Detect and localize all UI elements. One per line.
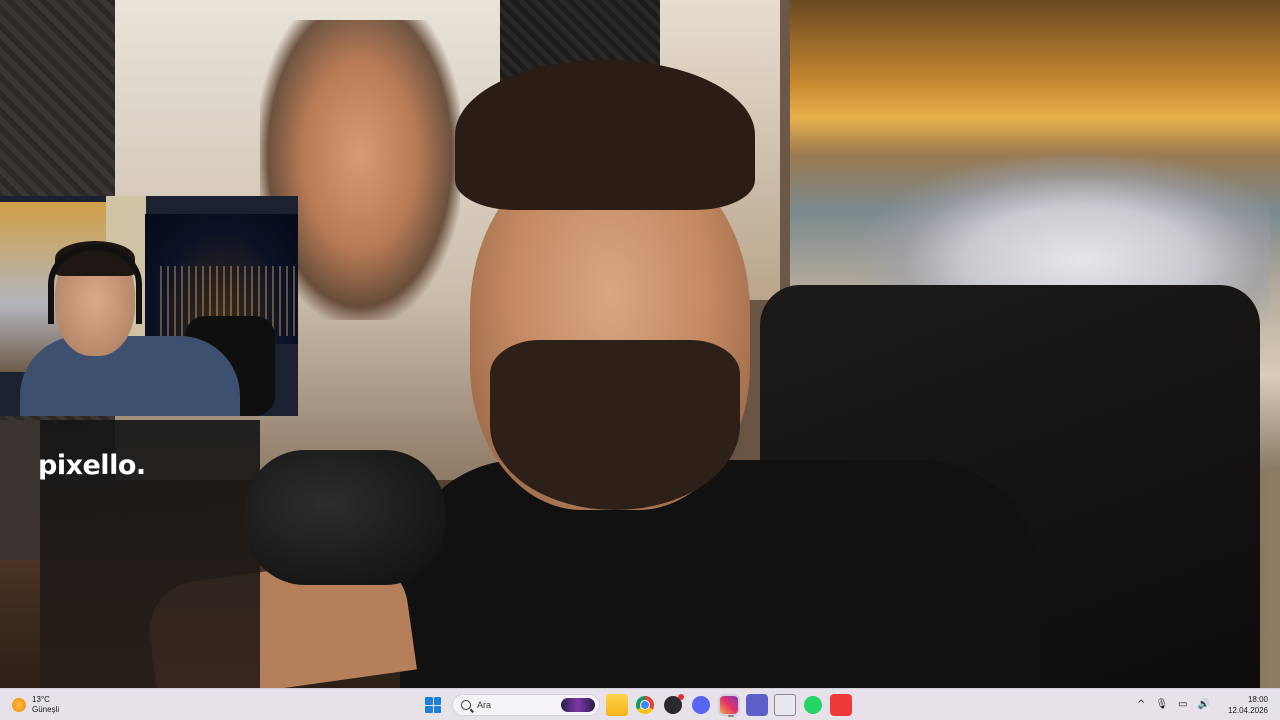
weather-temperature: 13°C xyxy=(32,695,50,704)
system-tray: ^ 🎙 ▭ 🔊 18:00 12.04.2026 xyxy=(1137,691,1268,719)
chevron-up-icon[interactable]: ^ xyxy=(1137,700,1145,710)
chrome-icon[interactable] xyxy=(636,696,654,714)
desktop-wallpaper: pixello. xyxy=(0,0,1280,688)
instagram-icon[interactable] xyxy=(718,694,740,717)
weather-text: 13°C Güneşli xyxy=(32,695,59,715)
clock-date: 12.04.2026 xyxy=(1227,706,1268,715)
taskbar-search[interactable]: Ara xyxy=(452,694,600,716)
pixello-logo: pixello. xyxy=(38,450,146,481)
taskbar: 13°C Güneşli Ara ^ 🎙 ▭ 🔊 18:00 12.04.202… xyxy=(0,688,1280,720)
clock[interactable]: 18:00 12.04.2026 xyxy=(1228,694,1268,716)
microphone xyxy=(245,450,445,585)
teams-icon[interactable] xyxy=(746,694,768,716)
volume-icon[interactable]: 🔊 xyxy=(1198,700,1210,710)
webcam-overlay xyxy=(0,196,298,416)
discord-icon[interactable] xyxy=(692,696,710,714)
hair xyxy=(455,60,755,210)
windows-logo-icon[interactable] xyxy=(422,694,444,716)
calculator-icon[interactable] xyxy=(774,694,796,716)
headphones xyxy=(48,244,142,324)
black-shirt xyxy=(400,460,1040,688)
webcam-hoodie xyxy=(20,336,240,416)
sun-icon xyxy=(12,698,26,712)
search-placeholder: Ara xyxy=(477,700,492,710)
folder-icon[interactable] xyxy=(606,694,628,716)
microphone-icon[interactable]: 🎙 xyxy=(1155,700,1168,710)
weather-condition: Güneşli xyxy=(32,705,60,714)
search-icon xyxy=(461,700,471,710)
person xyxy=(400,60,1040,688)
clock-time: 18:00 xyxy=(1247,695,1268,704)
search-highlight-image xyxy=(561,698,595,712)
whatsapp-icon[interactable] xyxy=(804,696,822,714)
vivaldi-icon[interactable] xyxy=(830,694,852,716)
obs-icon[interactable] xyxy=(664,694,684,714)
beard xyxy=(490,340,740,510)
taskbar-apps: Ara xyxy=(422,692,852,718)
network-icon[interactable]: ▭ xyxy=(1178,700,1187,710)
weather-widget[interactable]: 13°C Güneşli xyxy=(12,693,59,717)
